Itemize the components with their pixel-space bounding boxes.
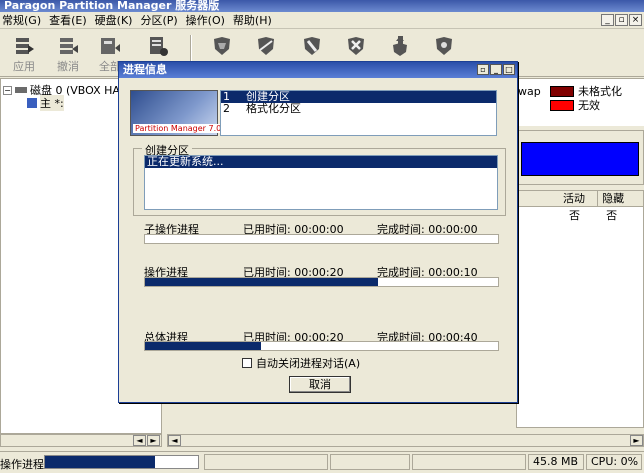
status-bar: 操作进程: 45.8 MB CPU: 0%	[0, 451, 644, 473]
dialog-maximize-icon[interactable]: □	[503, 64, 515, 75]
partition-table: 活动 隐藏 否 否	[516, 190, 644, 428]
menu-partition[interactable]: 分区(P)	[138, 12, 183, 28]
delete-icon	[348, 37, 364, 55]
undo-all-icon	[101, 38, 120, 54]
copy-icon	[393, 36, 407, 56]
cancel-button[interactable]: 取消	[289, 376, 351, 393]
undo-label: 撤消	[57, 60, 79, 73]
properties-icon	[150, 37, 168, 56]
format-tool-button[interactable]	[294, 33, 330, 58]
status-cell-empty	[412, 454, 526, 470]
sub-progress-bar	[144, 234, 499, 244]
wizard-tool-button[interactable]	[426, 33, 462, 58]
restore-button[interactable]: ▫	[615, 14, 628, 26]
partition-icon	[27, 98, 37, 108]
operations-list: 1 创建分区 2 格式化分区	[220, 90, 497, 136]
list-item[interactable]: 2 格式化分区	[221, 103, 496, 115]
shield-icon	[214, 37, 230, 55]
menu-general[interactable]: 常规(G)	[0, 12, 47, 28]
collapse-icon[interactable]: −	[3, 85, 12, 95]
cell-hidden: 否	[606, 209, 618, 222]
menu-disk[interactable]: 硬盘(K)	[93, 12, 139, 28]
main-horizontal-scrollbar[interactable]: ◄ ►	[167, 434, 644, 447]
app-title: Paragon Partition Manager 服务器版	[4, 0, 220, 12]
resize-icon	[258, 37, 274, 55]
legend-label: 无效	[578, 99, 600, 112]
dialog-title: 进程信息	[123, 63, 167, 76]
status-progress-label: 操作进程:	[0, 458, 48, 471]
apply-icon	[16, 38, 34, 54]
menu-operation[interactable]: 操作(O)	[184, 12, 231, 28]
resize-tool-button[interactable]	[248, 33, 284, 58]
scroll-left-icon[interactable]: ◄	[133, 435, 146, 446]
hard-disk-icon	[15, 87, 27, 93]
dialog-controls: ▫ _ □	[477, 64, 515, 75]
legend-panel: wap 未格式化 无效	[516, 78, 644, 126]
table-header: 活动 隐藏	[517, 191, 643, 207]
status-progress-fill	[45, 456, 156, 468]
status-progress-bar	[44, 455, 199, 469]
table-row[interactable]: 否 否	[517, 207, 643, 222]
copy-tool-button[interactable]	[382, 33, 418, 58]
auto-close-checkbox[interactable]: 自动关闭进程对话(A)	[242, 355, 360, 371]
status-cpu: CPU: 0%	[586, 454, 642, 470]
operation-number: 2	[223, 102, 230, 115]
legend-partial-label: wap	[518, 85, 541, 98]
checkbox-box[interactable]	[242, 358, 252, 368]
mdi-controls: _ ▫ ×	[601, 14, 642, 26]
shield-tool-button[interactable]	[204, 33, 240, 58]
scroll-right-icon[interactable]: ►	[147, 435, 160, 446]
legend-swatch	[550, 85, 574, 97]
op-progress-fill	[145, 278, 378, 286]
disk-map-panel	[516, 130, 644, 185]
status-cell-empty	[204, 454, 328, 470]
disk-icon	[436, 37, 452, 55]
product-logo: Partition Manager 7.0	[130, 90, 224, 136]
delete-tool-button[interactable]	[338, 33, 374, 58]
status-cell-empty	[330, 454, 410, 470]
tree-partition-row[interactable]: 主 *:	[27, 95, 64, 111]
column-hidden[interactable]: 隐藏	[598, 191, 643, 206]
current-operation-group: 创建分区 正在更新系统...	[133, 142, 506, 216]
dialog-minimize-icon[interactable]: _	[490, 64, 502, 75]
scroll-left-icon[interactable]: ◄	[168, 435, 181, 446]
legend-swatch	[550, 99, 574, 111]
partition-block[interactable]	[521, 142, 639, 176]
wrench-icon	[304, 37, 320, 55]
dialog-help-icon[interactable]: ▫	[477, 64, 489, 75]
dialog-titlebar[interactable]: 进程信息 ▫ _ □	[119, 62, 517, 78]
apply-label: 应用	[13, 60, 35, 73]
apply-button[interactable]: 应用	[6, 33, 42, 74]
minimize-button[interactable]: _	[601, 14, 614, 26]
close-button[interactable]: ×	[629, 14, 642, 26]
menu-help[interactable]: 帮助(H)	[231, 12, 278, 28]
cell-active: 否	[569, 209, 580, 222]
legend-item-invalid: 无效	[550, 97, 600, 113]
column-active[interactable]: 活动	[517, 191, 599, 206]
progress-dialog: 进程信息 ▫ _ □ Partition Manager 7.0 1 创建分区 …	[118, 61, 518, 403]
menu-view[interactable]: 查看(E)	[47, 12, 93, 28]
tree-horizontal-scrollbar[interactable]: ◄ ►	[0, 434, 162, 447]
auto-close-label: 自动关闭进程对话(A)	[256, 357, 361, 370]
tree-partition-label: 主 *:	[40, 95, 64, 111]
scroll-right-icon[interactable]: ►	[630, 435, 643, 446]
undo-button[interactable]: 撤消	[50, 33, 86, 74]
status-size: 45.8 MB	[528, 454, 584, 470]
menu-bar: 常规(G) 查看(E) 硬盘(K) 分区(P) 操作(O) 帮助(H) _ ▫ …	[0, 12, 644, 29]
total-progress-bar	[144, 341, 499, 351]
logo-text: Partition Manager 7.0	[133, 124, 224, 133]
op-progress-bar	[144, 277, 499, 287]
message-line[interactable]: 正在更新系统...	[145, 156, 497, 168]
app-titlebar: Paragon Partition Manager 服务器版	[0, 0, 644, 12]
message-list: 正在更新系统...	[144, 155, 498, 210]
total-progress-fill	[145, 342, 262, 350]
undo-icon	[60, 38, 78, 54]
properties-button[interactable]	[140, 33, 176, 58]
operation-name: 格式化分区	[246, 102, 301, 115]
